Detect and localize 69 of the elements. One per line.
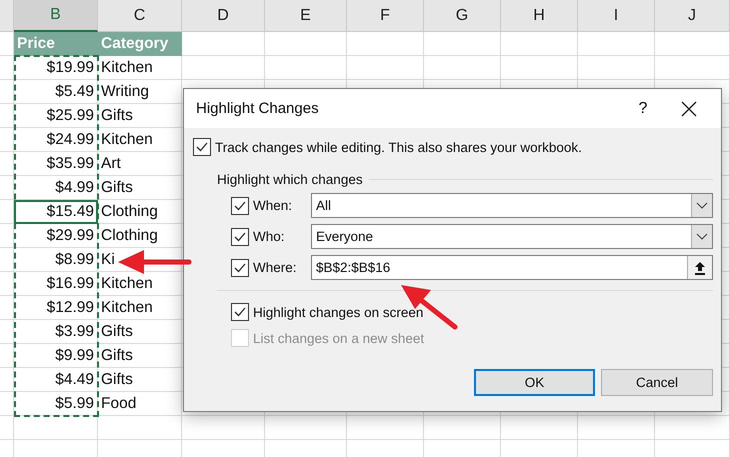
- table-cell: Art: [98, 152, 182, 176]
- column-header[interactable]: D: [182, 0, 265, 32]
- chevron-down-icon: [696, 233, 708, 240]
- table-cell: $25.99: [14, 104, 98, 128]
- checkmark-icon: [234, 262, 246, 272]
- table-cell: Gifts: [98, 320, 182, 344]
- checkmark-icon: [234, 200, 246, 210]
- table-cell: $5.99: [14, 392, 98, 416]
- checkbox[interactable]: [231, 196, 249, 214]
- cancel-button[interactable]: Cancel: [601, 369, 713, 396]
- table-cell: Gifts: [98, 368, 182, 392]
- table-cell: $16.99: [14, 272, 98, 296]
- column-header[interactable]: G: [424, 0, 501, 32]
- header-cell: Price: [14, 32, 98, 56]
- column-header[interactable]: J: [655, 0, 730, 32]
- table-cell: Clothing: [98, 224, 182, 248]
- header-cell: Category: [98, 32, 182, 56]
- table-cell: Kitchen: [98, 128, 182, 152]
- table-cell: $35.99: [14, 152, 98, 176]
- range-field[interactable]: $B$2:$B$16: [311, 255, 713, 280]
- ok-button[interactable]: OK: [474, 369, 595, 396]
- field-label: Where:: [253, 260, 297, 275]
- checkmark-icon: [196, 142, 208, 152]
- checkbox[interactable]: [231, 303, 249, 321]
- table-cell: $3.99: [14, 320, 98, 344]
- table-cell: Gifts: [98, 104, 182, 128]
- field-label: When:: [253, 198, 292, 213]
- checkbox-label: Track changes while editing. This also shares your workbook.: [215, 140, 582, 154]
- table-cell: $8.99: [14, 248, 98, 272]
- column-header[interactable]: F: [347, 0, 424, 32]
- table-cell: Clothing: [98, 200, 182, 224]
- table-cell: Gifts: [98, 176, 182, 200]
- column-header[interactable]: C: [98, 0, 182, 32]
- column-header[interactable]: E: [265, 0, 347, 32]
- close-icon[interactable]: [681, 100, 697, 116]
- group-title: Highlight which changes: [217, 172, 363, 187]
- checkbox[interactable]: [231, 258, 249, 276]
- checkmark-icon: [234, 232, 246, 242]
- table-cell: $4.99: [14, 176, 98, 200]
- table-cell: $15.49: [14, 200, 98, 224]
- table-cell: Kitchen: [98, 296, 182, 320]
- table-cell: Writing: [98, 80, 182, 104]
- table-cell: Kitchen: [98, 56, 182, 80]
- help-button[interactable]: ?: [629, 100, 657, 118]
- column-header[interactable]: I: [578, 0, 655, 32]
- table-cell: $12.99: [14, 296, 98, 320]
- checkbox-label: List changes on a new sheet: [253, 330, 424, 346]
- chevron-down-icon: [696, 202, 708, 209]
- table-cell: Kitchen: [98, 272, 182, 296]
- table-cell: $5.49: [14, 80, 98, 104]
- dropdown[interactable]: Everyone: [311, 224, 713, 249]
- checkbox[interactable]: [193, 138, 211, 156]
- table-cell: $9.99: [14, 344, 98, 368]
- table-cell: Gifts: [98, 344, 182, 368]
- table-cell: $4.49: [14, 368, 98, 392]
- dropdown[interactable]: All: [311, 193, 713, 218]
- table-cell: $29.99: [14, 224, 98, 248]
- table-cell: $19.99: [14, 56, 98, 80]
- column-header[interactable]: B: [14, 0, 98, 32]
- checkbox-label: Highlight changes on screen: [253, 304, 424, 320]
- collapse-button[interactable]: [687, 256, 712, 279]
- column-header[interactable]: H: [501, 0, 578, 32]
- table-cell: Food: [98, 392, 182, 416]
- checkmark-icon: [234, 307, 246, 317]
- up-arrow-icon: [694, 260, 706, 274]
- checkbox[interactable]: [231, 228, 249, 246]
- field-label: Who:: [253, 229, 285, 244]
- table-cell: $24.99: [14, 128, 98, 152]
- dialog-title: Highlight Changes: [196, 100, 320, 117]
